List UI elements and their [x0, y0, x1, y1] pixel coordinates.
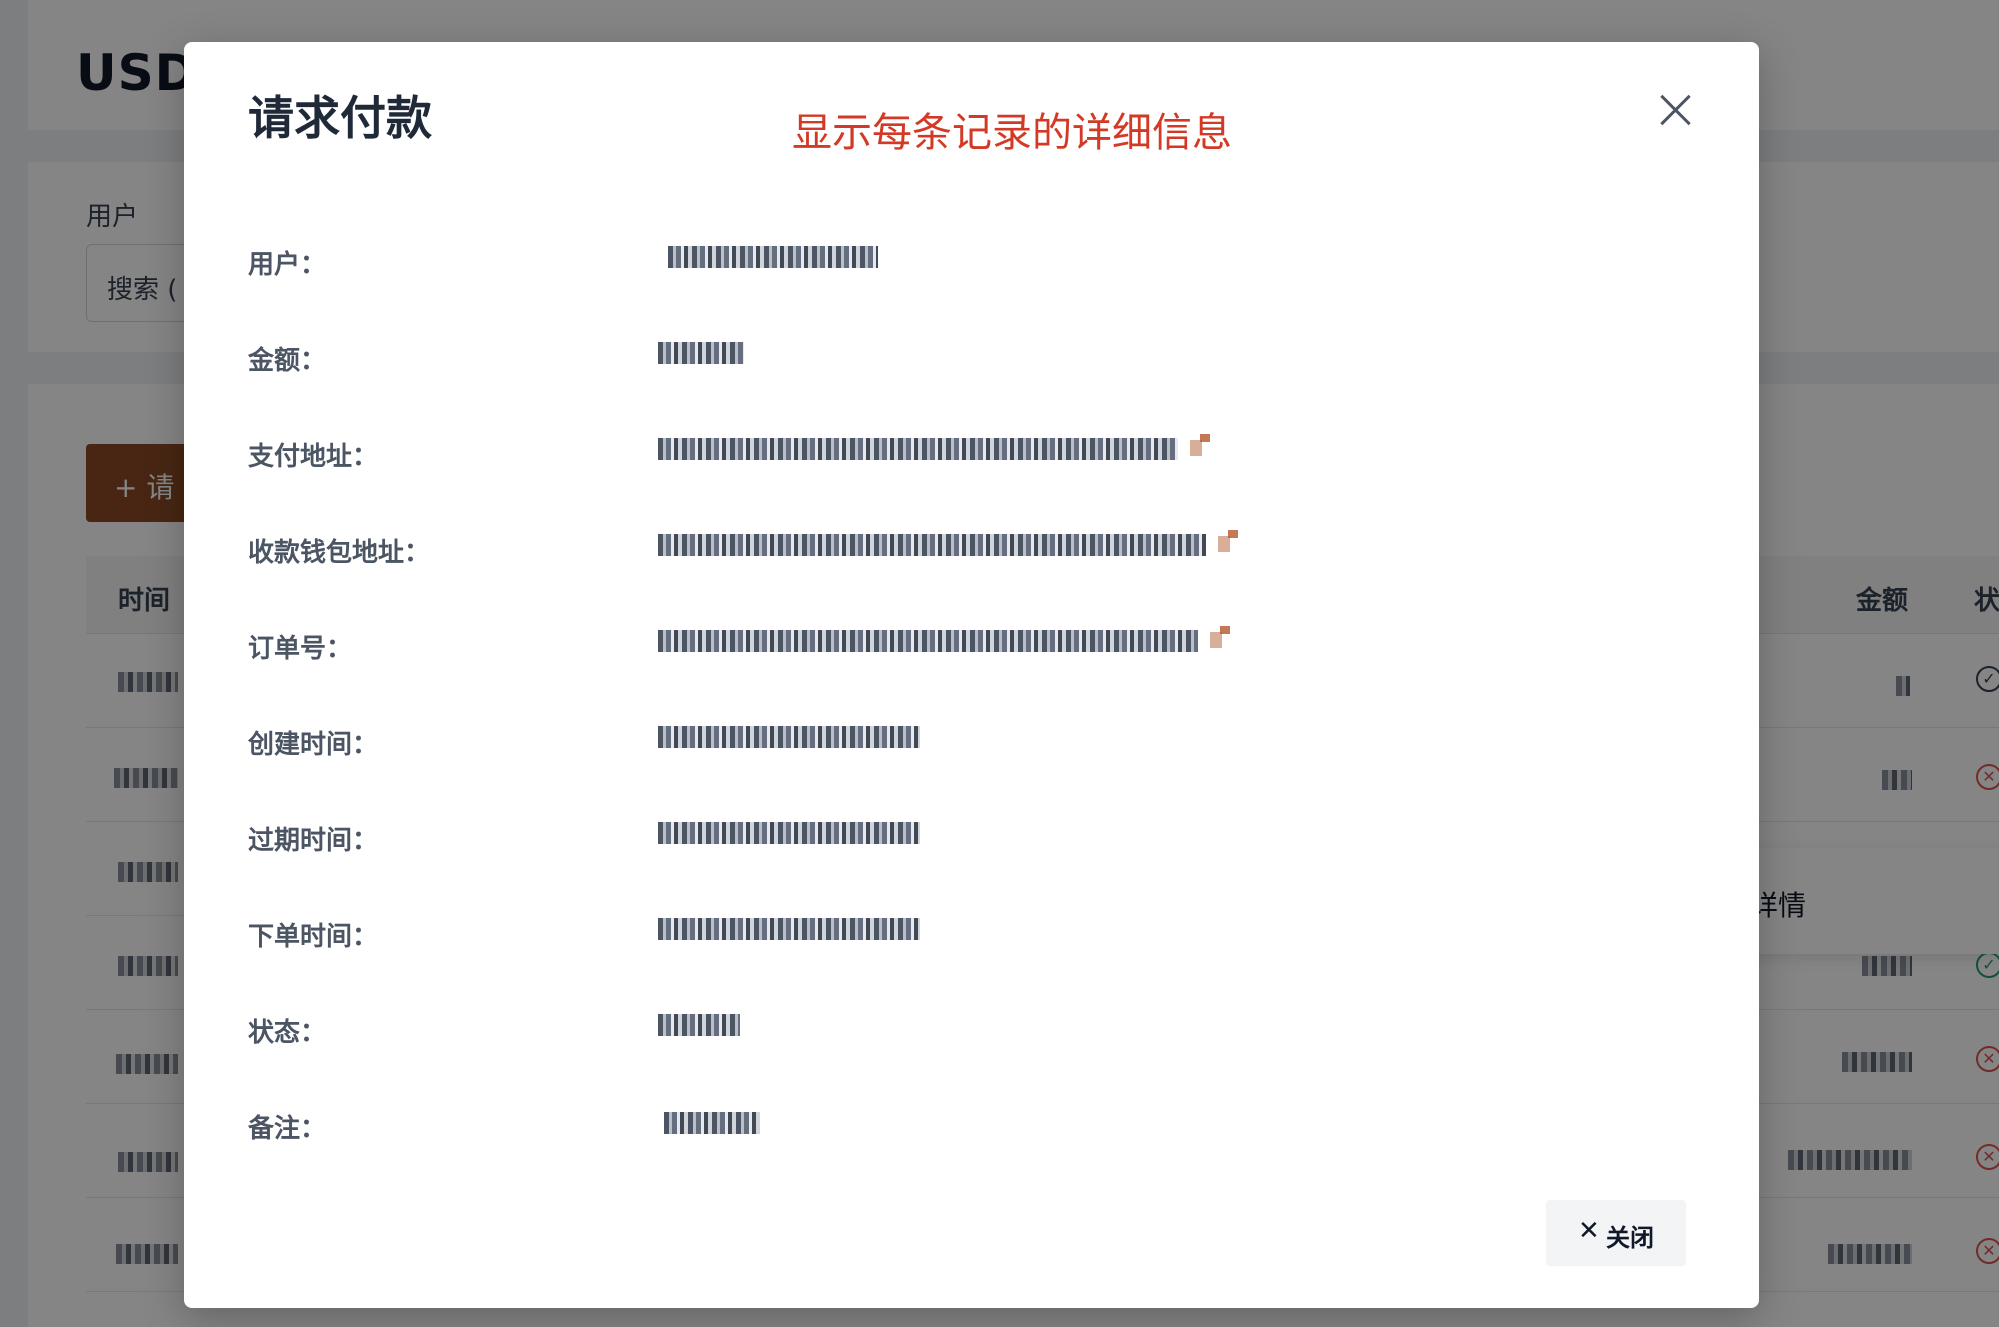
- field-label-created-time: 创建时间：: [248, 730, 379, 760]
- blurred-value: [658, 918, 920, 940]
- copy-icon[interactable]: [1210, 626, 1232, 650]
- field-label-order-number: 订单号：: [248, 634, 353, 664]
- blurred-value: [658, 534, 1206, 556]
- blurred-value: [668, 246, 878, 268]
- copy-icon[interactable]: [1190, 434, 1212, 458]
- blurred-value: [658, 342, 744, 364]
- close-icon: ✕: [1578, 1216, 1600, 1246]
- payment-request-modal: 请求付款 显示每条记录的详细信息 用户： 金额： 支付地址： 收款钱包地址： 订…: [184, 42, 1759, 1308]
- field-label-payment-address: 支付地址：: [248, 442, 379, 472]
- field-label-status: 状态：: [248, 1018, 327, 1048]
- blurred-value: [658, 726, 920, 748]
- blurred-value: [664, 1112, 760, 1134]
- close-icon[interactable]: [1650, 86, 1700, 136]
- modal-title: 请求付款: [248, 91, 432, 145]
- field-label-amount: 金额：: [248, 346, 327, 376]
- copy-icon[interactable]: [1218, 530, 1240, 554]
- blurred-value: [658, 438, 1178, 460]
- close-button[interactable]: ✕ 关闭: [1546, 1200, 1686, 1266]
- field-label-expire-time: 过期时间：: [248, 826, 379, 856]
- blurred-value: [658, 1014, 740, 1036]
- field-label-order-time: 下单时间：: [248, 922, 379, 952]
- annotation-text: 显示每条记录的详细信息: [792, 110, 1232, 156]
- field-label-user: 用户：: [248, 250, 327, 280]
- blurred-value: [658, 630, 1198, 652]
- field-label-wallet-address: 收款钱包地址：: [248, 538, 431, 568]
- field-label-remark: 备注：: [248, 1114, 327, 1144]
- close-button-label: 关闭: [1606, 1224, 1654, 1252]
- blurred-value: [658, 822, 920, 844]
